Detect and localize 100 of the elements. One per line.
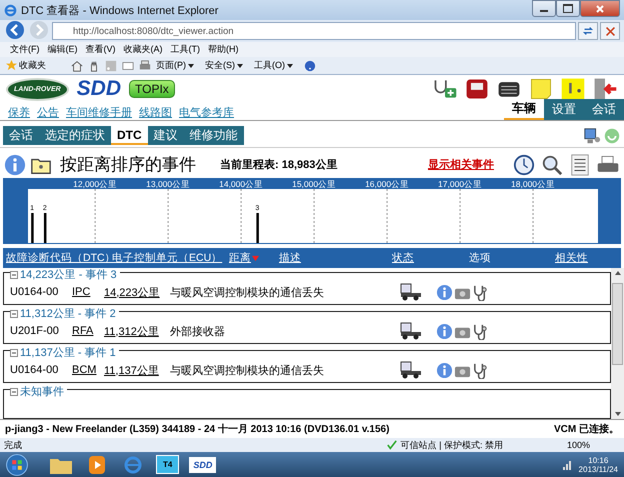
main-tab[interactable]: 设置 (544, 99, 584, 120)
column-header[interactable]: 故障诊断代码（DTC） (6, 251, 112, 265)
scroll-down-icon[interactable] (614, 412, 620, 416)
vcm-status: VCM 已连接。 (554, 422, 619, 436)
event-title: 11,312公里 - 事件 2 (20, 307, 116, 321)
clock-time: 10:16 (588, 456, 608, 464)
collapse-icon[interactable] (10, 348, 18, 356)
event-marker[interactable] (31, 213, 34, 243)
clock-icon[interactable] (512, 154, 536, 176)
tick-label: 17,000公里 (438, 179, 482, 189)
computer-icon[interactable] (583, 126, 601, 144)
collapse-icon[interactable] (10, 388, 18, 396)
scrollbar[interactable] (611, 268, 624, 419)
stop-button[interactable] (600, 22, 620, 40)
exit-icon[interactable] (592, 77, 618, 101)
zoom-level[interactable]: 100% (566, 440, 590, 450)
search-icon[interactable] (540, 154, 564, 176)
tick-label: 13,000公里 (146, 179, 190, 189)
window-title: DTC 查看器 - Windows Internet Explorer (21, 4, 220, 18)
ecu-link[interactable]: BCM (72, 364, 100, 376)
address-field[interactable]: http://localhost:8080/dtc_viewer.action (52, 22, 576, 40)
check-icon (386, 440, 397, 450)
security-zone: 可信站点 | 保护模式: 禁用 (400, 438, 503, 452)
event-marker[interactable] (256, 213, 259, 243)
sub-tab[interactable]: 建议 (148, 126, 184, 145)
event-title: 11,137公里 - 事件 1 (20, 346, 116, 360)
tick-label: 12,000公里 (73, 179, 118, 189)
column-header[interactable]: 相关性 (555, 251, 588, 265)
print-icon[interactable] (139, 60, 151, 72)
distance-link[interactable]: 14,223公里 (104, 284, 162, 300)
dropdown-icon[interactable] (188, 64, 194, 68)
ecu-link[interactable]: IPC (72, 286, 100, 298)
info-icon[interactable] (436, 322, 453, 340)
taskbar-app[interactable]: SDD (189, 456, 216, 472)
ecu-link[interactable]: RFA (72, 325, 100, 337)
collapse-icon[interactable] (10, 270, 18, 278)
description-text: 与暖风空调控制模块的通信丢失 (170, 286, 325, 300)
command-menu[interactable]: 安全(S) (205, 59, 235, 72)
column-header[interactable]: 电子控制单元（ECU） (112, 251, 229, 265)
sort-icon (251, 254, 260, 262)
start-button[interactable] (4, 452, 30, 476)
star-icon (6, 60, 17, 71)
note-icon[interactable] (528, 77, 554, 101)
top-link[interactable]: 线路图 (139, 105, 172, 120)
taskbar-app[interactable]: T4 (156, 455, 180, 474)
mail-icon[interactable] (122, 60, 134, 72)
back-button[interactable] (4, 20, 26, 42)
info-icon[interactable] (436, 362, 453, 378)
menu-item[interactable]: 工具(T) (170, 43, 200, 56)
event-marker[interactable] (44, 213, 46, 243)
network-icon[interactable] (560, 458, 573, 470)
product-logo: SDD (76, 77, 122, 101)
collapse-icon[interactable] (10, 310, 18, 318)
menu-item[interactable]: 查看(V) (86, 43, 116, 56)
command-menu[interactable]: 工具(O) (254, 59, 285, 72)
dropdown-icon[interactable] (287, 64, 293, 68)
menu-item[interactable]: 编辑(E) (48, 43, 78, 56)
top-link[interactable]: 电气参考库 (179, 105, 234, 120)
maximize-button[interactable] (556, 0, 580, 17)
sub-tab[interactable]: 选定的症状 (39, 126, 111, 145)
distance-link[interactable]: 11,137公里 (104, 362, 162, 378)
odometer-reading: 当前里程表: 18,983公里 (220, 158, 338, 172)
sub-tab[interactable]: 会话 (3, 126, 39, 145)
menu-item[interactable]: 帮助(H) (208, 43, 238, 56)
scroll-up-icon[interactable] (614, 271, 620, 275)
top-link[interactable]: 车间维修手册 (66, 105, 132, 120)
related-events-link[interactable]: 显示相关事件 (428, 157, 494, 172)
clock-date: 2013/11/24 (578, 464, 618, 474)
tick-label: 18,000公里 (511, 179, 556, 189)
event-title: 未知事件 (20, 385, 64, 399)
sub-tab[interactable]: 维修功能 (184, 126, 244, 145)
distance-link[interactable]: 11,312公里 (104, 324, 162, 338)
tick-label: 15,000公里 (292, 179, 336, 189)
column-header: 选项 (469, 251, 492, 265)
command-menu[interactable]: 页面(P) (156, 59, 186, 72)
topix-button[interactable]: TOPIx (129, 80, 175, 98)
dropdown-icon[interactable] (237, 64, 243, 68)
home-icon[interactable] (71, 60, 83, 72)
top-link[interactable]: 公告 (37, 105, 59, 120)
menu-item[interactable]: 文件(F) (10, 43, 40, 56)
vehicle-status-icon (400, 361, 422, 379)
refresh-button[interactable] (578, 22, 598, 40)
status-text: 完成 (4, 438, 23, 452)
column-header[interactable]: 描述 (279, 251, 392, 265)
main-tab[interactable]: 车辆 (504, 99, 544, 120)
info-icon[interactable] (436, 284, 453, 300)
minimize-button[interactable] (532, 0, 556, 17)
menu-item[interactable]: 收藏夹(A) (124, 43, 162, 56)
favorites-button[interactable]: 收藏夹 (6, 59, 46, 72)
top-link[interactable]: 保养 (8, 105, 30, 120)
column-header[interactable]: 状态 (392, 251, 469, 265)
close-button[interactable] (580, 0, 620, 17)
main-tab[interactable]: 会话 (584, 99, 624, 120)
column-header[interactable]: 距离 (229, 251, 279, 265)
session-info: p-jiang3 - New Freelander (L359) 344189 - 24 十一月 2013 10:16 (DVD136.01 v.156) (5, 422, 390, 436)
description-text: 与暖风空调控制模块的通信丢失 (170, 364, 325, 378)
vehicle-status-icon (400, 283, 422, 301)
hand-icon[interactable] (88, 60, 100, 72)
description-text: 外部接收器 (170, 324, 226, 338)
sub-tab[interactable]: DTC (111, 126, 148, 145)
